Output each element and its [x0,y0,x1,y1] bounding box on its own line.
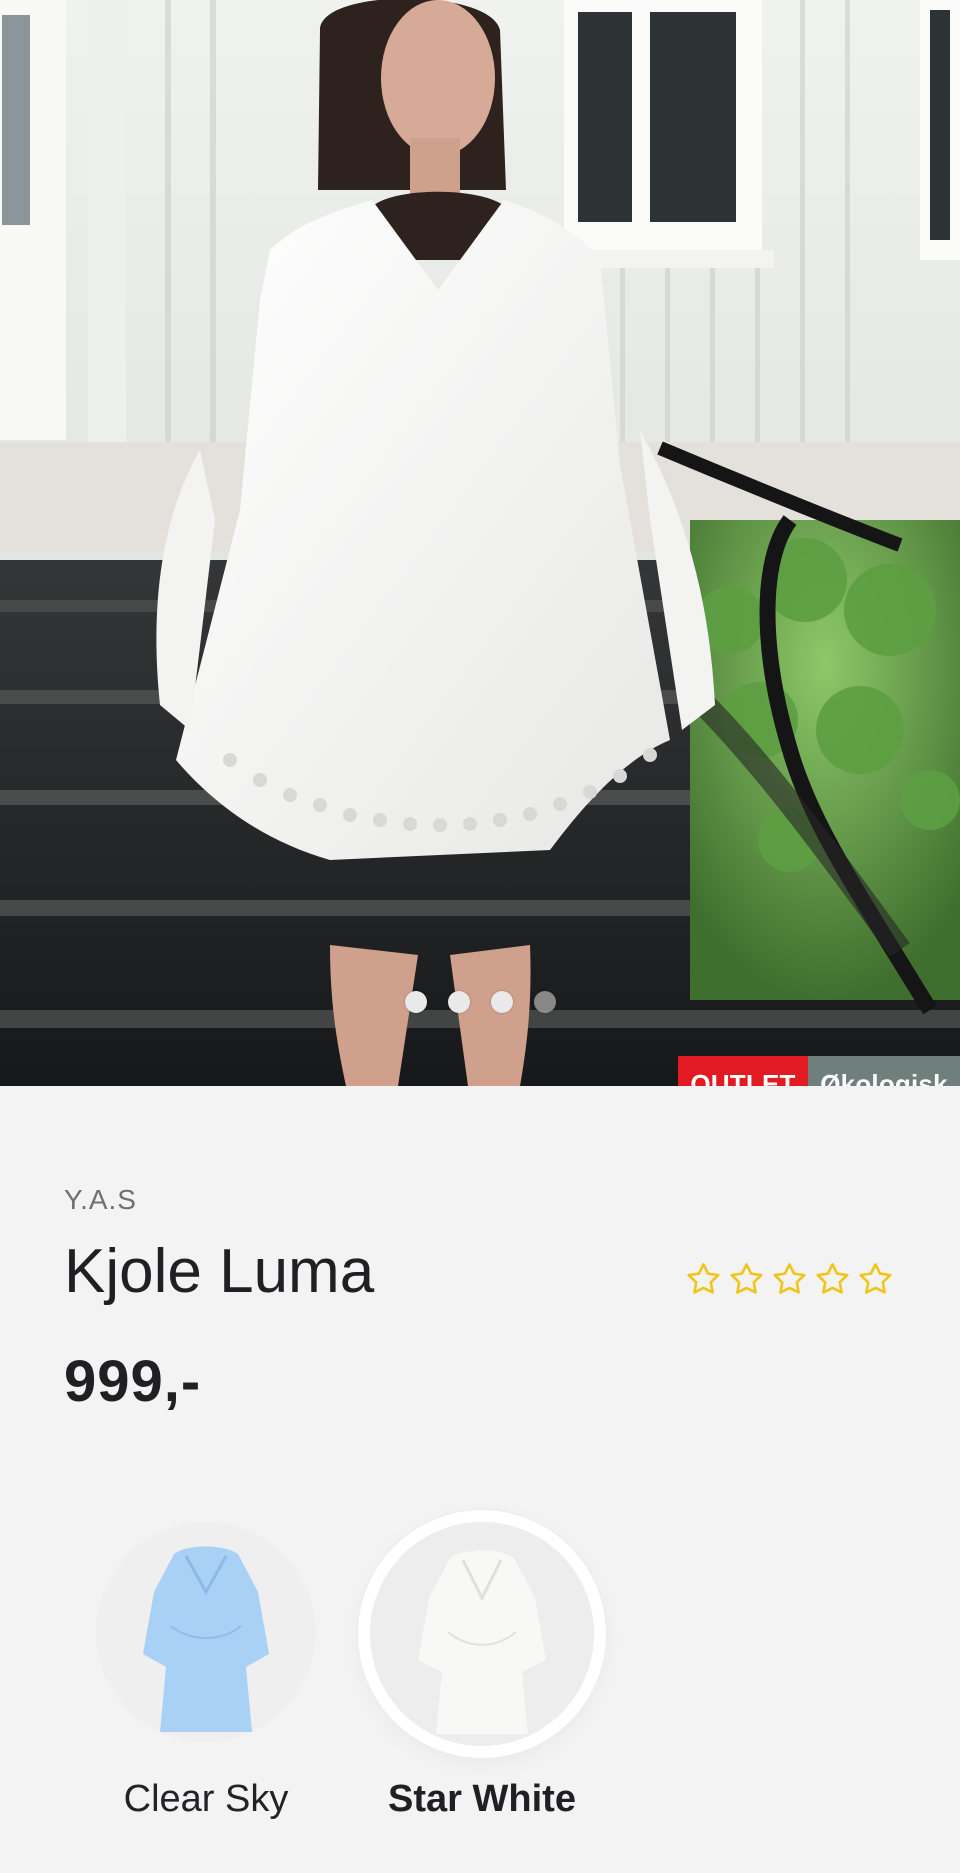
star-icon [816,1263,849,1294]
color-label-star-white[interactable]: Star White [352,1778,612,1821]
product-photo [0,0,960,1086]
gallery-dot-1[interactable] [404,991,427,1013]
color-swatch-star-white[interactable] [358,1510,606,1758]
star-icon [730,1263,763,1294]
outlet-badge: OUTLET [678,1056,808,1086]
gallery-dot-3[interactable] [490,991,513,1013]
color-label-clear-sky[interactable]: Clear Sky [76,1778,336,1821]
product-price: 999,- [64,1349,202,1414]
organic-badge: Økologisk [808,1056,960,1086]
product-image-gallery[interactable]: OUTLET Økologisk [0,0,960,1086]
gallery-dot-4[interactable] [533,991,556,1013]
star-icon [859,1263,892,1294]
product-rating[interactable] [684,1260,895,1299]
clear-sky-dress-thumbnail [96,1522,316,1742]
product-badges: OUTLET Økologisk [678,1056,960,1086]
gallery-pagination[interactable] [0,991,960,1013]
gallery-dot-2[interactable] [447,991,470,1013]
star-icon [773,1263,806,1294]
product-title: Kjole Luma [64,1237,375,1306]
product-brand: Y.A.S [64,1184,137,1215]
color-swatch-clear-sky[interactable] [96,1522,316,1742]
color-swatches[interactable]: Clear Sky Star White [0,1510,960,1820]
star-white-dress-thumbnail [370,1522,594,1746]
star-icon [687,1263,720,1294]
